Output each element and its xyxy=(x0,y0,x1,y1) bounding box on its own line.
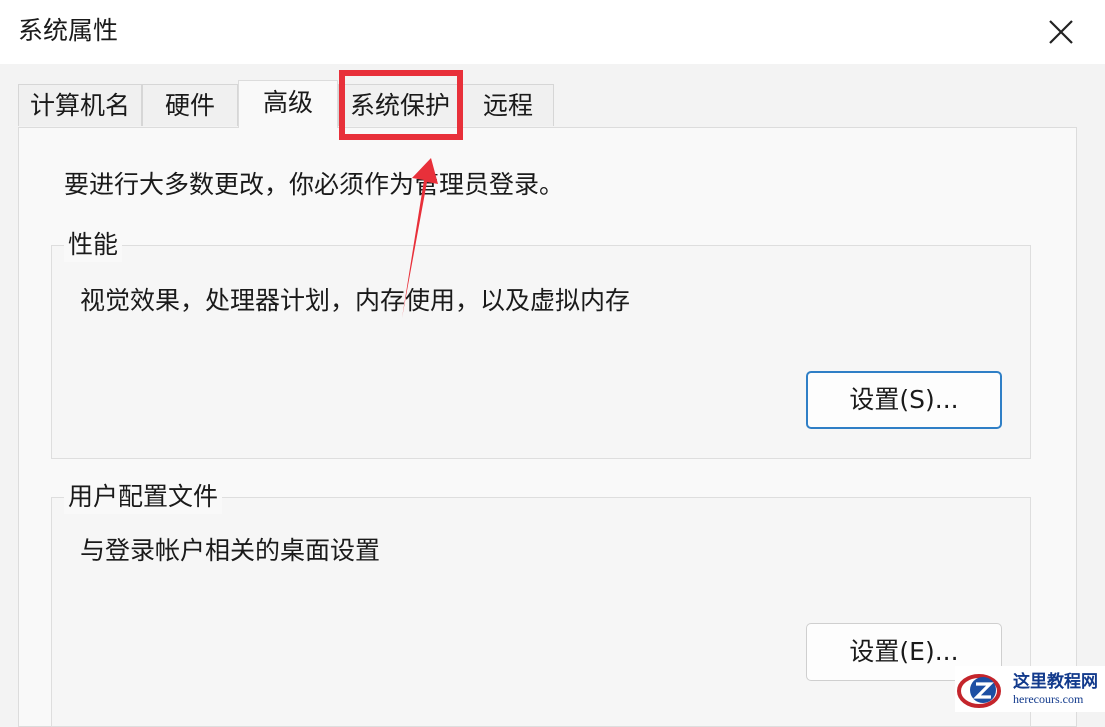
watermark: 这里教程网 herecours.com xyxy=(955,666,1105,712)
red-arrow-annotation xyxy=(402,158,438,318)
watermark-title: 这里教程网 xyxy=(1013,672,1098,692)
watermark-logo xyxy=(957,674,1001,708)
watermark-url: herecours.com xyxy=(1013,692,1084,706)
